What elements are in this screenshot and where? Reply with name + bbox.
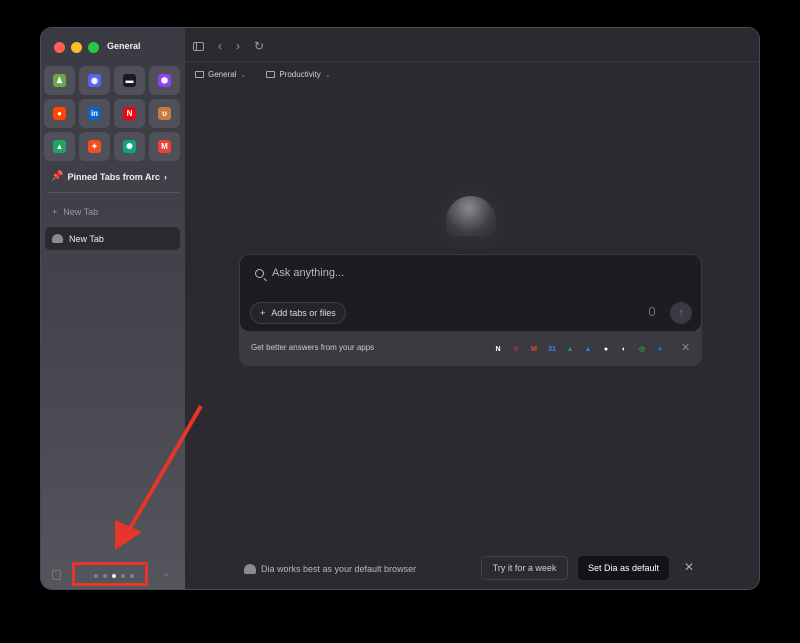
ask-panel: Ask anything... + Add tabs or files ↑ Ge…	[239, 254, 702, 366]
close-icon[interactable]: ✕	[684, 560, 694, 574]
reddit-icon: ●	[53, 107, 66, 120]
chevron-down-icon: ⌄	[240, 71, 247, 79]
bookmark-label: Productivity	[279, 70, 321, 79]
zoom-window-button[interactable]	[88, 42, 99, 53]
dia-favicon-icon	[52, 234, 63, 243]
archive-icon[interactable]	[52, 570, 61, 580]
browser-window: General ♟ ◉ ▬ ⬢ ● in Nʊ ▲ ✦ ✺ M 📌 Pinned Tabs from…	[40, 27, 760, 590]
figma-icon: ✦	[88, 140, 101, 153]
pinned-tabs-from-arc-label: Pinned Tabs from Arc	[67, 171, 160, 182]
notion-icon[interactable]: N	[492, 343, 504, 355]
slack-icon[interactable]: #	[510, 343, 522, 355]
close-window-button[interactable]	[54, 42, 65, 53]
minimize-window-button[interactable]	[71, 42, 82, 53]
ask-input[interactable]: Ask anything...	[272, 267, 344, 279]
gmail-icon: M	[158, 140, 171, 153]
pinned-tab[interactable]: in	[79, 99, 110, 128]
bookmark-folder-general[interactable]: General ⌄	[195, 70, 246, 79]
dark-app-icon: ▬	[123, 74, 136, 87]
back-arrow-icon[interactable]: ‹	[218, 39, 222, 53]
new-tab-label: New Tab	[63, 207, 99, 217]
sidebar-tab-active[interactable]: New Tab	[45, 227, 180, 250]
add-tabs-or-files-button[interactable]: + Add tabs or files	[250, 302, 346, 324]
tab-title: New Tab	[69, 233, 104, 244]
new-tab-button[interactable]: + New Tab	[52, 207, 98, 217]
bear-icon: ʊ	[158, 107, 171, 120]
sidebar-divider	[47, 192, 179, 193]
plus-icon: +	[260, 308, 266, 318]
gmail-icon[interactable]: M	[528, 343, 540, 355]
folder-icon	[195, 71, 204, 78]
pinned-tab[interactable]: ◉	[79, 66, 110, 95]
pinned-tab[interactable]: ✦	[79, 132, 110, 161]
google-drive-icon[interactable]: ▲	[564, 343, 576, 355]
github-icon[interactable]: ●	[600, 343, 612, 355]
annotation-highlight-box	[72, 562, 148, 586]
pushpin-icon: 📌	[51, 171, 64, 182]
toolbar: ‹ › ↻	[185, 28, 759, 64]
plus-icon: +	[52, 207, 58, 217]
window-controls	[54, 42, 99, 53]
connected-apps: N # M 31 ▲ ▲ ● ◐ ◎ ●	[492, 343, 666, 355]
main-content: ‹ › ↻ General ⌄ Productivity ⌄ Ask anyth…	[185, 28, 759, 589]
purple-app-icon: ⬢	[158, 74, 171, 87]
pinned-tab[interactable]: ʊ	[149, 99, 180, 128]
pinned-tab[interactable]: ▬	[114, 66, 145, 95]
try-for-a-week-button[interactable]: Try it for a week	[481, 556, 568, 580]
toolbar-divider	[185, 61, 759, 62]
blue-app-icon[interactable]: ●	[654, 343, 666, 355]
dia-orb-logo	[446, 196, 496, 236]
google-drive-icon: ▲	[53, 140, 66, 153]
sidebar: General ♟ ◉ ▬ ⬢ ● in Nʊ ▲ ✦ ✺ M 📌 Pinned Tabs from…	[41, 28, 185, 589]
linkedin-icon: in	[88, 107, 101, 120]
pinned-tab[interactable]: ♟	[44, 66, 75, 95]
atlassian-icon[interactable]: ▲	[582, 343, 594, 355]
pinned-tab[interactable]: ●	[44, 99, 75, 128]
netflix-icon: N	[123, 107, 136, 120]
space-name[interactable]: General	[107, 41, 141, 51]
chevron-right-icon: ›	[163, 171, 167, 182]
send-button[interactable]: ↑	[670, 302, 692, 324]
apps-prompt[interactable]: Get better answers from your apps	[251, 343, 374, 352]
default-browser-banner: Dia works best as your default browser T…	[185, 555, 759, 585]
linear-icon[interactable]: ◐	[618, 343, 630, 355]
pinned-tab[interactable]: M	[149, 132, 180, 161]
reload-icon[interactable]: ↻	[254, 39, 264, 53]
ask-box: Ask anything... + Add tabs or files ↑	[239, 254, 702, 332]
discord-icon: ◉	[88, 74, 101, 87]
chatgpt-icon: ✺	[123, 140, 136, 153]
pinned-tabs-grid: ♟ ◉ ▬ ⬢ ● in Nʊ ▲ ✦ ✺ M	[44, 66, 181, 161]
microphone-icon[interactable]	[649, 307, 655, 316]
banner-message: Dia works best as your default browser	[261, 564, 417, 574]
pinned-tab[interactable]: ✺	[114, 132, 145, 161]
chess-icon: ♟	[53, 74, 66, 87]
google-calendar-icon[interactable]: 31	[546, 343, 558, 355]
dia-logo-icon	[244, 564, 256, 574]
pinned-tabs-from-arc[interactable]: 📌 Pinned Tabs from Arc ›	[51, 171, 167, 182]
set-default-button[interactable]: Set Dia as default	[578, 556, 669, 580]
folder-icon	[266, 71, 276, 78]
add-tabs-label: Add tabs or files	[271, 308, 336, 318]
pinned-tab[interactable]: N	[114, 99, 145, 128]
sidebar-toggle-icon[interactable]	[193, 41, 204, 51]
bookmark-label: General	[208, 70, 237, 79]
close-icon[interactable]: ✕	[681, 341, 690, 354]
chevron-down-icon[interactable]: ⌄	[162, 568, 170, 579]
greenhouse-icon[interactable]: ◎	[636, 343, 648, 355]
chevron-down-icon: ⌄	[324, 71, 331, 79]
forward-arrow-icon[interactable]: ›	[236, 39, 240, 53]
pinned-tab[interactable]: ▲	[44, 132, 75, 161]
pinned-tab[interactable]: ⬢	[149, 66, 180, 95]
bookmark-folder-productivity[interactable]: Productivity ⌄	[266, 70, 331, 79]
bookmarks-bar: General ⌄ Productivity ⌄	[195, 70, 331, 79]
search-icon	[255, 269, 264, 278]
